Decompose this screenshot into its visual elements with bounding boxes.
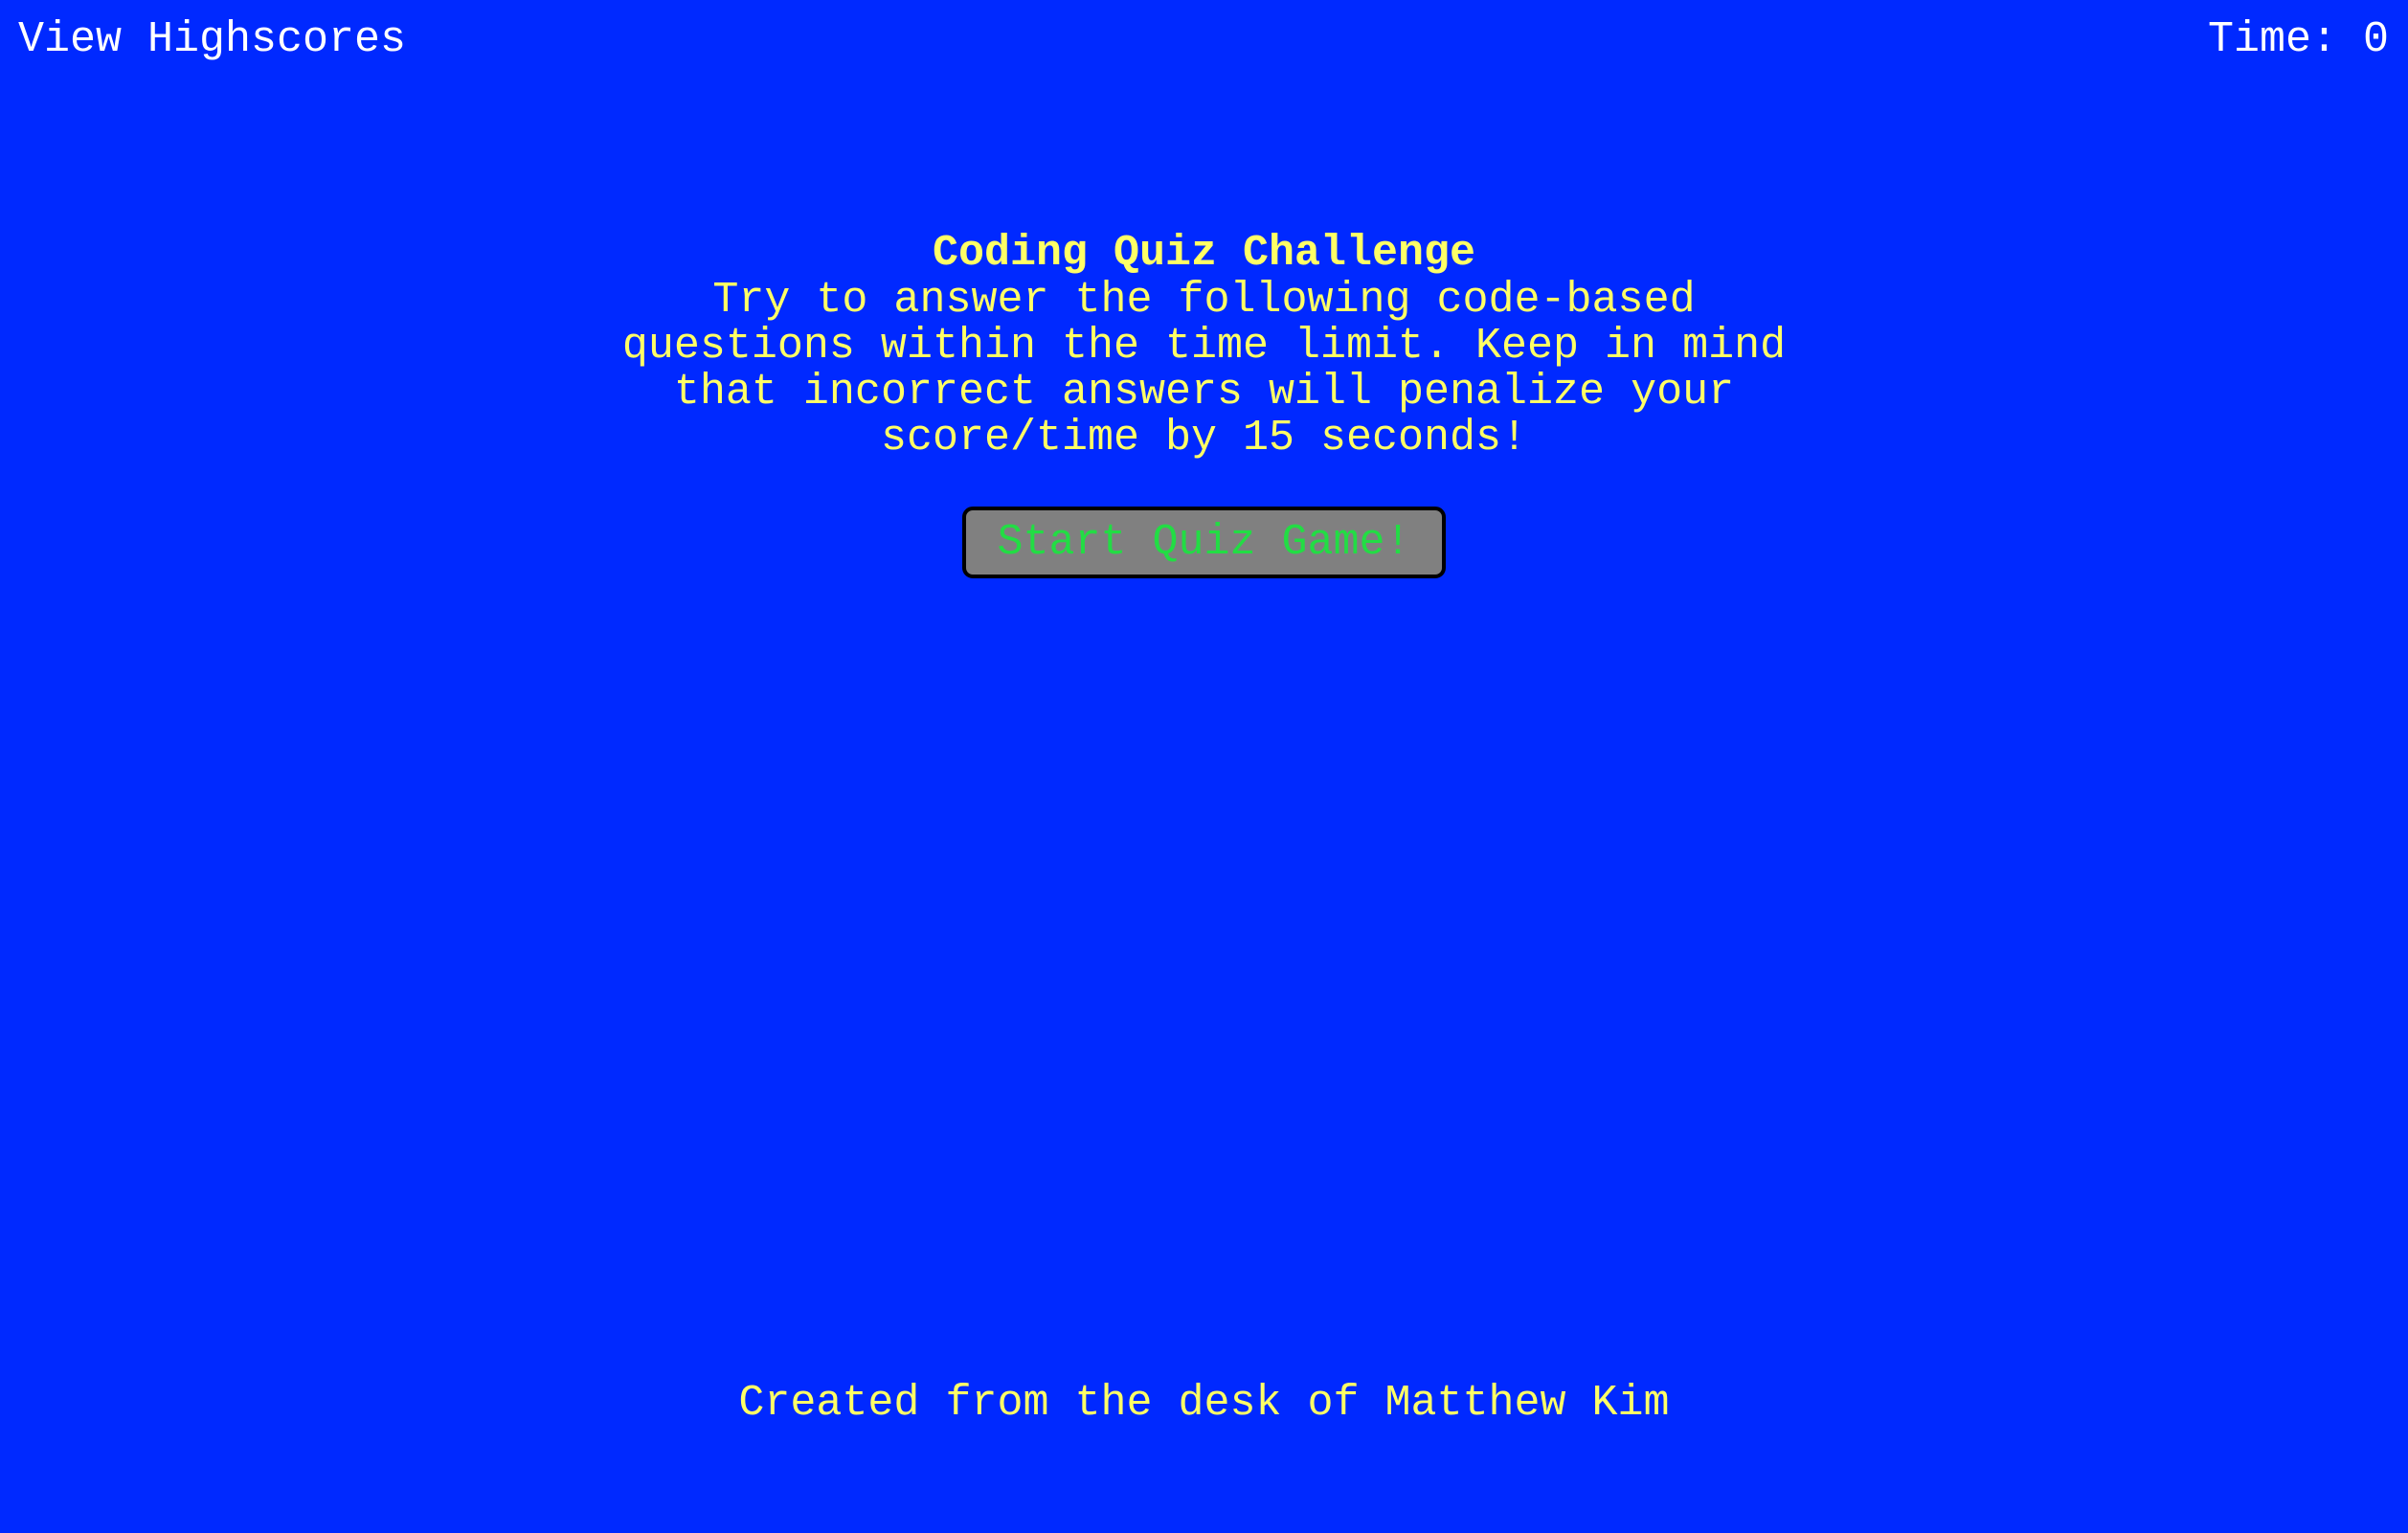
timer: Time: 0 xyxy=(2208,13,2389,67)
quiz-description: Try to answer the following code-based q… xyxy=(621,276,1787,462)
header-bar: View Highscores Time: 0 xyxy=(0,0,2408,86)
quiz-page: View Highscores Time: 0 Coding Quiz Chal… xyxy=(0,0,2408,1533)
footer-credit: Created from the desk of Matthew Kim xyxy=(738,1379,1670,1428)
start-quiz-button[interactable]: Start Quiz Game! xyxy=(962,507,1446,578)
quiz-title: Coding Quiz Challenge xyxy=(932,229,1476,278)
view-highscores-link[interactable]: View Highscores xyxy=(18,13,406,67)
timer-label: Time: xyxy=(2207,15,2337,64)
timer-value: 0 xyxy=(2362,15,2389,64)
intro-section: Coding Quiz Challenge Try to answer the … xyxy=(0,230,2408,462)
